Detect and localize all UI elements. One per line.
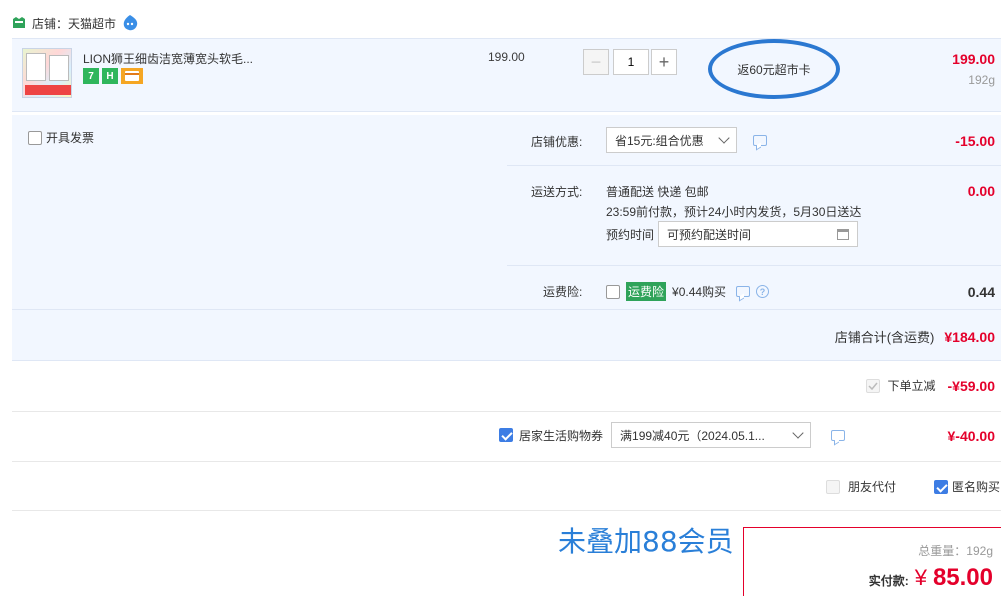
order-discount-row: 下单立减 -¥59.00 bbox=[865, 377, 995, 394]
unit-price: 199.00 bbox=[488, 50, 525, 64]
anonymous-checkbox[interactable] bbox=[934, 479, 948, 494]
row-total-price: 199.00 bbox=[952, 51, 995, 67]
invoice-option[interactable]: 开具发票 bbox=[28, 129, 94, 146]
store-total-label: 店铺合计(含运费) bbox=[834, 330, 935, 345]
product-title[interactable]: LION狮王细齿洁宽薄宽头软毛... bbox=[83, 50, 253, 67]
product-badges: 7 H bbox=[83, 68, 143, 84]
quantity-input[interactable] bbox=[613, 49, 649, 75]
chat-icon[interactable] bbox=[122, 15, 138, 31]
actual-payment-amount: 85.00 bbox=[932, 564, 993, 591]
order-discount-label: 下单立减 bbox=[887, 379, 936, 393]
promo-annotation: 返60元超市卡 bbox=[708, 39, 840, 99]
anonymous-option[interactable]: 匿名购买 bbox=[934, 478, 1000, 495]
reserve-time-placeholder: 可预约配送时间 bbox=[667, 227, 752, 242]
friend-pay-option[interactable]: 朋友代付 bbox=[826, 478, 896, 495]
seven-day-return-icon: 7 bbox=[83, 68, 99, 84]
product-thumbnail[interactable] bbox=[22, 48, 72, 98]
chevron-down-icon bbox=[718, 132, 730, 144]
order-options: 开具发票 店铺优惠: 省15元:组合优惠 -15.00 运送方式: 普通配送 快… bbox=[12, 115, 1001, 361]
friend-pay-checkbox[interactable] bbox=[826, 479, 840, 494]
store-header: 店铺：天猫超市 bbox=[12, 12, 138, 34]
row-total: 199.00 192g bbox=[952, 51, 995, 87]
insurance-label: 运费险: bbox=[543, 285, 583, 299]
insurance-tag: 运费险 bbox=[626, 282, 667, 301]
calendar-icon bbox=[837, 228, 849, 240]
shop-discount-value: 省15元:组合优惠 bbox=[615, 133, 704, 148]
coupon-row: 居家生活购物券 满199减40元（2024.05.1... bbox=[499, 422, 846, 448]
store-name[interactable]: 店铺：天猫超市 bbox=[32, 15, 116, 32]
anonymous-label: 匿名购买 bbox=[952, 480, 1001, 494]
decrease-button[interactable]: − bbox=[583, 49, 609, 75]
message-icon[interactable] bbox=[736, 286, 751, 297]
coupon-checkbox[interactable] bbox=[499, 428, 513, 442]
store-total-amount: ¥184.00 bbox=[944, 328, 995, 345]
shop-options-panel: 店铺优惠: 省15元:组合优惠 -15.00 运送方式: 普通配送 快递 包邮 … bbox=[507, 115, 1001, 309]
tmall-icon bbox=[13, 17, 25, 28]
friend-pay-label: 朋友代付 bbox=[848, 480, 897, 494]
payment-summary: 总重量：192g 实付款: ¥ 85.00 bbox=[743, 527, 1001, 596]
shop-discount-label: 店铺优惠: bbox=[531, 135, 583, 149]
help-icon[interactable]: ? bbox=[756, 285, 770, 298]
member-annotation: 未叠加88会员 bbox=[558, 525, 734, 558]
order-discount-checkbox bbox=[865, 378, 880, 393]
card-icon bbox=[121, 68, 143, 84]
cart-item-row: LION狮王细齿洁宽薄宽头软毛... 7 H 199.00 − + 返60元超市… bbox=[12, 38, 1001, 112]
reserve-time-label: 预约时间 bbox=[606, 228, 655, 242]
increase-button[interactable]: + bbox=[651, 49, 677, 75]
coupon-label: 居家生活购物券 bbox=[519, 428, 604, 443]
invoice-label: 开具发票 bbox=[46, 131, 95, 145]
message-icon[interactable] bbox=[753, 135, 767, 146]
order-discount-amount: -¥59.00 bbox=[947, 377, 995, 394]
insurance-price: ¥0.44购买 bbox=[672, 285, 727, 299]
coupon-amount: ¥-40.00 bbox=[947, 428, 995, 444]
row-weight: 192g bbox=[968, 73, 995, 87]
total-weight: 总重量：192g bbox=[918, 544, 993, 558]
chevron-down-icon bbox=[792, 427, 804, 439]
shop-discount-select[interactable]: 省15元:组合优惠 bbox=[606, 127, 737, 153]
divider bbox=[12, 461, 1001, 462]
guarantee-icon: H bbox=[102, 68, 118, 84]
shop-discount-amount: -15.00 bbox=[955, 133, 995, 149]
insurance-amount: 0.44 bbox=[967, 284, 995, 300]
coupon-value: 满199减40元（2024.05.1... bbox=[620, 428, 765, 443]
insurance-option[interactable]: 运费险 ¥0.44购买 ? bbox=[606, 282, 770, 301]
coupon-select[interactable]: 满199减40元（2024.05.1... bbox=[611, 422, 812, 448]
insurance-checkbox[interactable] bbox=[606, 284, 620, 299]
delivery-amount: 0.00 bbox=[967, 183, 995, 199]
promo-text: 返60元超市卡 bbox=[737, 62, 811, 77]
message-icon[interactable] bbox=[831, 429, 846, 441]
delivery-method: 普通配送 快递 包邮 bbox=[606, 185, 709, 199]
invoice-checkbox[interactable] bbox=[28, 130, 42, 145]
divider bbox=[12, 411, 1001, 412]
divider bbox=[12, 510, 1001, 511]
delivery-estimate: 23:59前付款，预计24小时内发货，5月30日送达 bbox=[606, 205, 862, 219]
reserve-time-input[interactable]: 可预约配送时间 bbox=[658, 221, 858, 247]
delivery-label: 运送方式: bbox=[531, 185, 583, 199]
actual-payment: 实付款: ¥ 85.00 bbox=[869, 564, 993, 592]
quantity-stepper[interactable]: − + bbox=[583, 49, 677, 75]
store-total: 店铺合计(含运费) ¥184.00 bbox=[835, 327, 995, 346]
actual-payment-label: 实付款: bbox=[868, 574, 909, 588]
currency-symbol: ¥ bbox=[914, 565, 927, 590]
